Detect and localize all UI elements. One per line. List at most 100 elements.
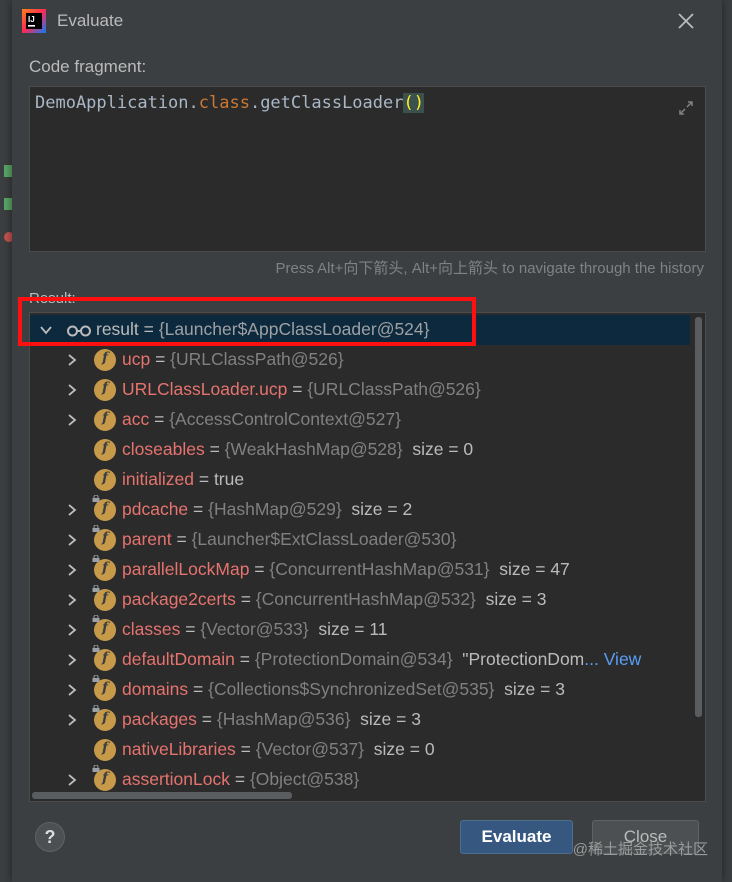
tree-row[interactable]: f parent = {Launcher$ExtClassLoader@530}	[30, 525, 690, 555]
tree-row[interactable]: f packages = {HashMap@536} size = 3	[30, 705, 690, 735]
field-name: classes	[122, 619, 181, 639]
lock-icon	[92, 555, 100, 562]
title-bar: IJ Evaluate	[12, 0, 722, 44]
tree-row[interactable]: f package2certs = {ConcurrentHashMap@532}…	[30, 585, 690, 615]
expand-editor-icon[interactable]	[677, 99, 695, 117]
tree-row[interactable]: f acc = {AccessControlContext@527}	[30, 405, 690, 435]
tree-row[interactable]: f domains = {Collections$SynchronizedSet@…	[30, 675, 690, 705]
tree-row[interactable]: f URLClassLoader.ucp = {URLClassPath@526}	[30, 375, 690, 405]
field-icon: f	[94, 649, 116, 671]
lock-icon	[92, 585, 100, 592]
chevron-right-icon[interactable]	[66, 594, 78, 606]
tree-row[interactable]: f pdcache = {HashMap@529} size = 2	[30, 495, 690, 525]
field-icon: f	[94, 499, 116, 521]
field-name: closeables	[122, 439, 205, 459]
field-name: ucp	[122, 349, 151, 369]
code-parens: ()	[403, 93, 424, 113]
field-ref: {Vector@533}	[200, 619, 309, 639]
field-ref: {HashMap@529}	[208, 499, 342, 519]
tree-row[interactable]: f parallelLockMap = {ConcurrentHashMap@53…	[30, 555, 690, 585]
evaluate-button[interactable]: Evaluate	[460, 820, 573, 854]
field-icon: f	[94, 559, 116, 581]
field-value: size = 0	[412, 439, 474, 459]
view-link[interactable]: ... View	[584, 649, 641, 669]
lock-icon	[92, 675, 100, 682]
field-icon: f	[94, 409, 116, 431]
highlight-box	[18, 297, 476, 346]
chevron-right-icon[interactable]	[66, 534, 78, 546]
chevron-right-icon[interactable]	[66, 654, 78, 666]
field-name: parent	[122, 529, 172, 549]
field-icon: f	[94, 679, 116, 701]
chevron-right-icon[interactable]	[66, 384, 78, 396]
field-icon: f	[94, 379, 116, 401]
field-icon: f	[94, 529, 116, 551]
dialog-title: Evaluate	[57, 11, 124, 30]
code-fragment-editor[interactable]: DemoApplication.class.getClassLoader()	[29, 86, 706, 252]
tree-row[interactable]: f ucp = {URLClassPath@526}	[30, 345, 690, 375]
field-text: classes = {Vector@533} size = 11	[122, 619, 388, 640]
tree-row[interactable]: f assertionLock = {Object@538}	[30, 765, 690, 795]
field-name: assertionLock	[122, 769, 230, 789]
code-keyword: class	[198, 93, 250, 113]
field-name: package2certs	[122, 589, 236, 609]
field-text: URLClassLoader.ucp = {URLClassPath@526}	[122, 379, 481, 400]
field-value: size = 2	[351, 499, 413, 519]
field-value: size = 11	[318, 619, 388, 639]
field-text: closeables = {WeakHashMap@528} size = 0	[122, 439, 473, 460]
tree-row[interactable]: f closeables = {WeakHashMap@528} size = 0	[30, 435, 690, 465]
field-name: acc	[122, 409, 150, 429]
field-text: packages = {HashMap@536} size = 3	[122, 709, 421, 730]
field-text: acc = {AccessControlContext@527}	[122, 409, 401, 430]
chevron-right-icon[interactable]	[66, 624, 78, 636]
run-marker-icon	[4, 198, 12, 210]
field-text: assertionLock = {Object@538}	[122, 769, 359, 790]
chevron-right-icon[interactable]	[66, 774, 78, 786]
field-ref: {ProtectionDomain@534}	[254, 649, 453, 669]
field-icon: f	[94, 769, 116, 791]
field-value: size = 47	[499, 559, 570, 579]
field-name: nativeLibraries	[122, 739, 236, 759]
run-marker-icon	[4, 165, 12, 177]
close-icon[interactable]	[674, 9, 698, 33]
lock-icon	[92, 645, 100, 652]
field-eq: =	[180, 619, 201, 639]
result-tree[interactable]: result = {Launcher$AppClassLoader@524} f…	[29, 312, 706, 802]
field-text: nativeLibraries = {Vector@537} size = 0	[122, 739, 435, 760]
field-text: parallelLockMap = {ConcurrentHashMap@531…	[122, 559, 570, 580]
field-name: URLClassLoader.ucp	[122, 379, 288, 399]
horizontal-scrollbar[interactable]	[32, 792, 292, 799]
field-value: size = 0	[373, 739, 435, 759]
chevron-right-icon[interactable]	[66, 354, 78, 366]
tree-row[interactable]: f defaultDomain = {ProtectionDomain@534} …	[30, 645, 690, 675]
tree-row[interactable]: f nativeLibraries = {Vector@537} size = 0	[30, 735, 690, 765]
chevron-right-icon[interactable]	[66, 504, 78, 516]
field-eq: =	[196, 709, 217, 729]
field-name: pdcache	[122, 499, 189, 519]
field-eq: =	[149, 409, 170, 429]
tree-row[interactable]: f initialized = true	[30, 465, 690, 495]
field-ref: {ConcurrentHashMap@532}	[255, 589, 476, 609]
field-ref: {Collections$SynchronizedSet@535}	[208, 679, 495, 699]
field-icon: f	[94, 439, 116, 461]
code-part: DemoApplication.	[35, 93, 199, 113]
code-text[interactable]: DemoApplication.class.getClassLoader()	[35, 93, 424, 113]
field-ref: {ConcurrentHashMap@531}	[269, 559, 490, 579]
tree-row[interactable]: f classes = {Vector@533} size = 11	[30, 615, 690, 645]
field-text: parent = {Launcher$ExtClassLoader@530}	[122, 529, 456, 550]
chevron-right-icon[interactable]	[66, 564, 78, 576]
chevron-right-icon[interactable]	[66, 684, 78, 696]
lock-icon	[92, 615, 100, 622]
evaluate-dialog: IJ Evaluate Code fragment: DemoApplicati…	[12, 0, 722, 882]
svg-text:IJ: IJ	[28, 15, 35, 24]
field-eq: =	[204, 439, 225, 459]
chevron-right-icon[interactable]	[66, 714, 78, 726]
field-value: true	[213, 469, 245, 489]
field-text: package2certs = {ConcurrentHashMap@532} …	[122, 589, 546, 610]
field-ref: {URLClassPath@526}	[170, 349, 344, 369]
vertical-scrollbar[interactable]	[695, 317, 702, 717]
field-ref: {Vector@537}	[255, 739, 365, 759]
field-eq: =	[249, 559, 270, 579]
chevron-right-icon[interactable]	[66, 414, 78, 426]
help-button[interactable]: ?	[35, 822, 65, 852]
